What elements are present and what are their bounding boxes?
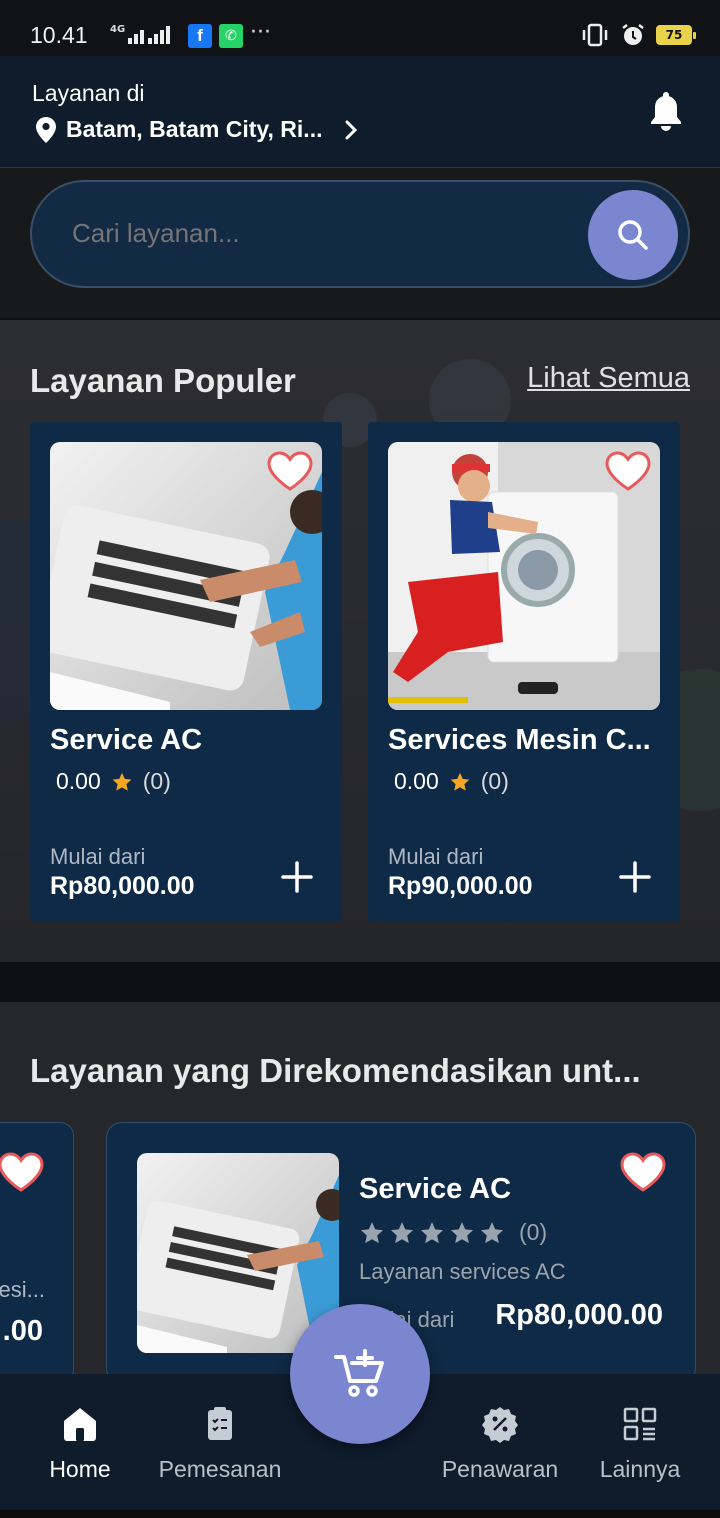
nav-more[interactable]: Lainnya [560,1404,720,1483]
star-icon [360,1221,384,1243]
discount-badge-icon [482,1407,518,1443]
location-label: Layanan di [32,80,145,106]
service-name: Services Mesin C... [388,724,651,756]
popular-title: Layanan Populer [30,362,296,399]
location-text: Batam, Batam City, Ri... [66,116,323,142]
service-rating: 0.00 (0) [56,768,171,795]
nav-offers[interactable]: Penawaran [420,1404,580,1483]
more-notifications-icon: ··· [250,20,271,45]
search-input[interactable] [72,218,552,249]
review-count: (0) [519,1219,548,1245]
price-from-label: Mulai dari [388,844,484,869]
favorite-heart-icon[interactable] [266,450,314,492]
add-icon[interactable] [280,860,314,894]
service-name-fragment: esi... [0,1277,45,1302]
chevron-right-icon [345,120,358,139]
popular-card[interactable]: Service AC 0.00 (0) Mulai dari Rp80,000.… [30,422,342,922]
star-icon [390,1221,414,1243]
star-icon [450,1221,474,1243]
review-count: (0) [480,768,509,794]
alarm-icon [622,24,644,45]
service-image [137,1153,339,1353]
nav-offers-label: Penawaran [441,1456,559,1482]
star-icon [420,1221,444,1243]
add-icon[interactable] [618,860,652,894]
battery-icon: 75 [656,25,696,45]
service-price: Rp80,000.00 [50,872,195,900]
status-time: 10.41 [30,22,88,48]
nav-home-label: Home [49,1456,111,1482]
service-rating: 0.00 (0) [394,768,509,795]
signal-icon [148,24,170,44]
service-price: Rp90,000.00 [388,872,533,900]
star-icon [450,772,470,791]
network-type: 4G [110,24,126,35]
rating-value: 0.00 [394,768,439,794]
price-from-label: Mulai dari [50,844,146,869]
nav-orders-label: Pemesanan [158,1456,282,1482]
search-icon [618,220,648,250]
search-button[interactable] [588,190,678,280]
cart-add-icon [334,1349,384,1397]
popular-section: Layanan Populer Lihat Semua Service AC 0… [0,320,720,962]
service-description: Layanan services AC [359,1259,566,1284]
nav-more-label: Lainnya [599,1456,681,1482]
cart-fab-button[interactable] [290,1304,430,1444]
service-name: Service AC [359,1173,512,1205]
see-all-link[interactable]: Lihat Semua [527,362,690,395]
service-price-fragment: .00 [2,1315,43,1347]
nav-orders[interactable]: Pemesanan [140,1404,300,1483]
location-selector[interactable]: Batam, Batam City, Ri... [36,116,362,143]
favorite-heart-icon[interactable] [0,1151,45,1193]
whatsapp-icon: ✆ [219,24,243,48]
recommended-title: Layanan yang Direkomendasikan unt... [30,1052,641,1089]
system-nav-strip [0,1510,720,1518]
location-pin-icon [36,116,56,143]
clipboard-icon [208,1407,232,1440]
facebook-icon: f [188,24,212,48]
review-count: (0) [142,768,171,794]
recommended-card-partial[interactable]: esi... .00 [0,1122,74,1374]
star-icon [112,772,132,791]
home-icon [64,1408,96,1441]
star-icon [480,1221,504,1243]
popular-card[interactable]: Services Mesin C... 0.00 (0) Mulai dari … [368,422,680,922]
service-price: Rp80,000.00 [495,1299,663,1331]
nav-home[interactable]: Home [0,1404,160,1483]
service-rating: (0) [359,1219,547,1246]
vibrate-icon [582,23,608,47]
favorite-heart-icon[interactable] [604,450,652,492]
signal-icon-2 [128,24,144,44]
service-name: Service AC [50,724,203,756]
rating-value: 0.00 [56,768,101,794]
favorite-heart-icon[interactable] [619,1151,667,1193]
search-bar [30,180,690,288]
grid-list-icon [623,1407,657,1441]
location-header: Layanan di Batam, Batam City, Ri... [0,56,720,168]
notification-bell-icon[interactable] [648,90,684,132]
